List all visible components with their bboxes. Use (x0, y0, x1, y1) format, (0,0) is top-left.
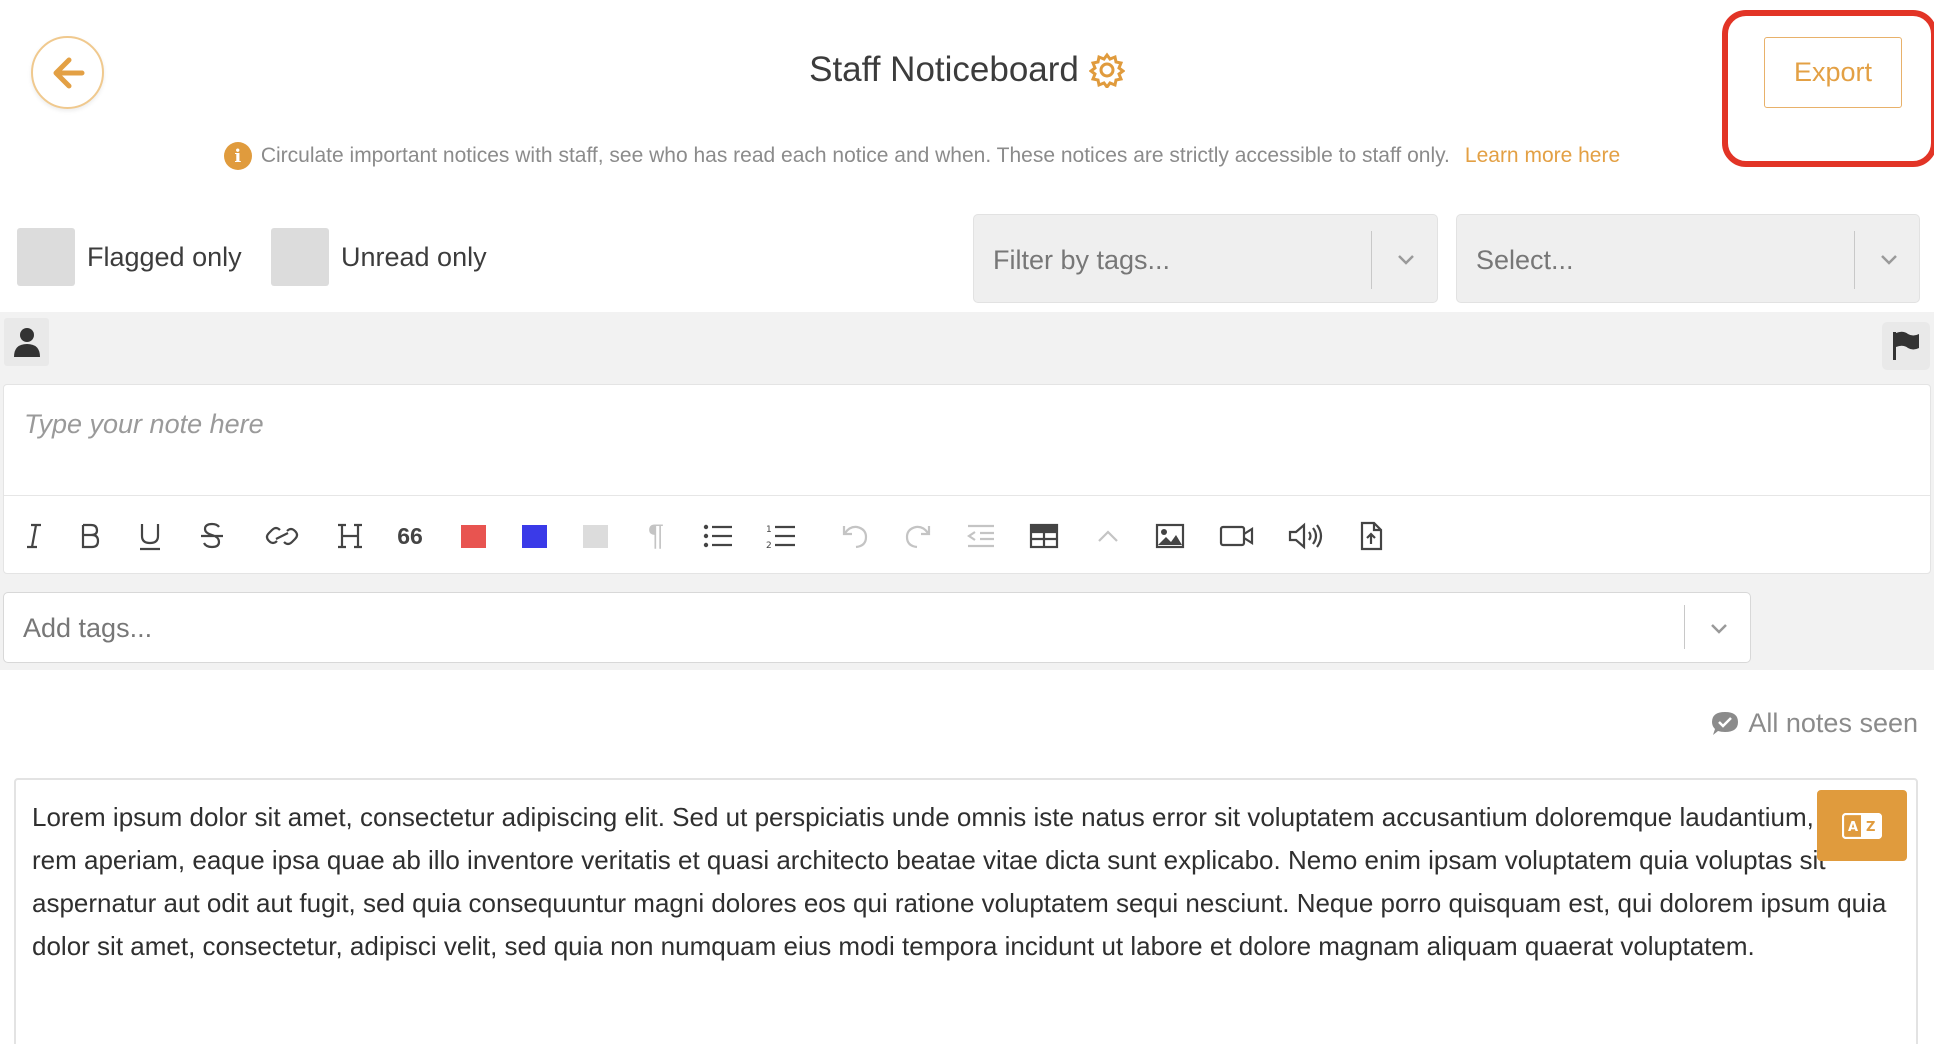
chevron-down-icon (1398, 255, 1414, 265)
chevron-down-icon (1711, 624, 1727, 634)
note-placeholder: Type your note here (24, 409, 264, 439)
chevron-up-icon[interactable] (1090, 518, 1126, 554)
quote-icon[interactable]: 66 (392, 518, 428, 554)
note-composer: Type your note here 66 ¶ 1 2 Add tags... (0, 312, 1934, 670)
unread-label: Unread only (341, 242, 487, 272)
info-icon: i (223, 142, 252, 170)
add-tags-placeholder: Add tags... (23, 613, 153, 643)
page-title: Staff Noticeboard (809, 50, 1125, 90)
italic-icon[interactable] (16, 518, 52, 554)
redo-icon[interactable] (900, 518, 936, 554)
chat-check-icon (1712, 711, 1739, 735)
file-upload-icon[interactable] (1353, 518, 1389, 554)
svg-text:2: 2 (766, 541, 772, 550)
tag-filter-select[interactable]: Filter by tags... (973, 214, 1438, 303)
note-editor[interactable]: Type your note here 66 ¶ 1 2 (3, 384, 1931, 574)
svg-text:1: 1 (766, 525, 772, 535)
underline-icon[interactable] (132, 518, 168, 554)
translate-button[interactable]: A Z (1817, 790, 1907, 861)
strikethrough-icon[interactable] (194, 518, 230, 554)
table-icon[interactable] (1026, 518, 1062, 554)
add-tags-input[interactable]: Add tags... (3, 592, 1751, 663)
all-notes-seen-status: All notes seen (1710, 708, 1918, 739)
svg-text:Z: Z (1866, 820, 1875, 835)
undo-icon[interactable] (837, 518, 873, 554)
note-body: Lorem ipsum dolor sit amet, consectetur … (32, 802, 1887, 961)
page-title-text: Staff Noticeboard (809, 50, 1079, 89)
filter-bar: Flagged only Unread only Filter by tags.… (0, 212, 1934, 312)
select-placeholder: Select... (1476, 245, 1574, 275)
bullet-list-icon[interactable] (700, 518, 736, 554)
learn-more-link[interactable]: Learn more here (1465, 144, 1620, 168)
link-icon[interactable] (262, 518, 302, 554)
flag-button[interactable] (1882, 322, 1930, 370)
all-notes-seen-label: All notes seen (1748, 708, 1918, 738)
person-icon (13, 328, 40, 357)
flagged-checkbox[interactable] (17, 228, 75, 286)
grey-color-icon[interactable] (577, 518, 613, 554)
outdent-icon[interactable] (963, 518, 999, 554)
export-button[interactable]: Export (1764, 37, 1902, 108)
chevron-down-icon (1881, 255, 1897, 265)
heading-icon[interactable] (332, 518, 368, 554)
paragraph-icon[interactable]: ¶ (638, 518, 674, 554)
formatting-toolbar: 66 ¶ 12 (4, 495, 1930, 573)
info-banner: i Circulate important notices with staff… (0, 142, 1934, 170)
info-text: Circulate important notices with staff, … (260, 144, 1450, 167)
unread-checkbox[interactable] (271, 228, 329, 286)
gear-icon[interactable] (1088, 52, 1125, 88)
audience-button[interactable] (4, 318, 49, 366)
image-icon[interactable] (1152, 518, 1188, 554)
note-card: Lorem ipsum dolor sit amet, consectetur … (14, 778, 1918, 1044)
flag-icon (1893, 331, 1919, 360)
flagged-label: Flagged only (87, 242, 242, 272)
numbered-list-icon[interactable]: 12 (763, 518, 799, 554)
bold-icon[interactable] (72, 518, 108, 554)
red-color-icon[interactable] (455, 518, 491, 554)
translate-icon: A Z (1842, 812, 1882, 839)
tag-filter-placeholder: Filter by tags... (993, 245, 1171, 275)
svg-text:A: A (1848, 820, 1858, 835)
blue-color-icon[interactable] (516, 518, 552, 554)
generic-select[interactable]: Select... (1456, 214, 1920, 303)
video-icon[interactable] (1217, 518, 1257, 554)
audio-icon[interactable] (1285, 518, 1327, 554)
